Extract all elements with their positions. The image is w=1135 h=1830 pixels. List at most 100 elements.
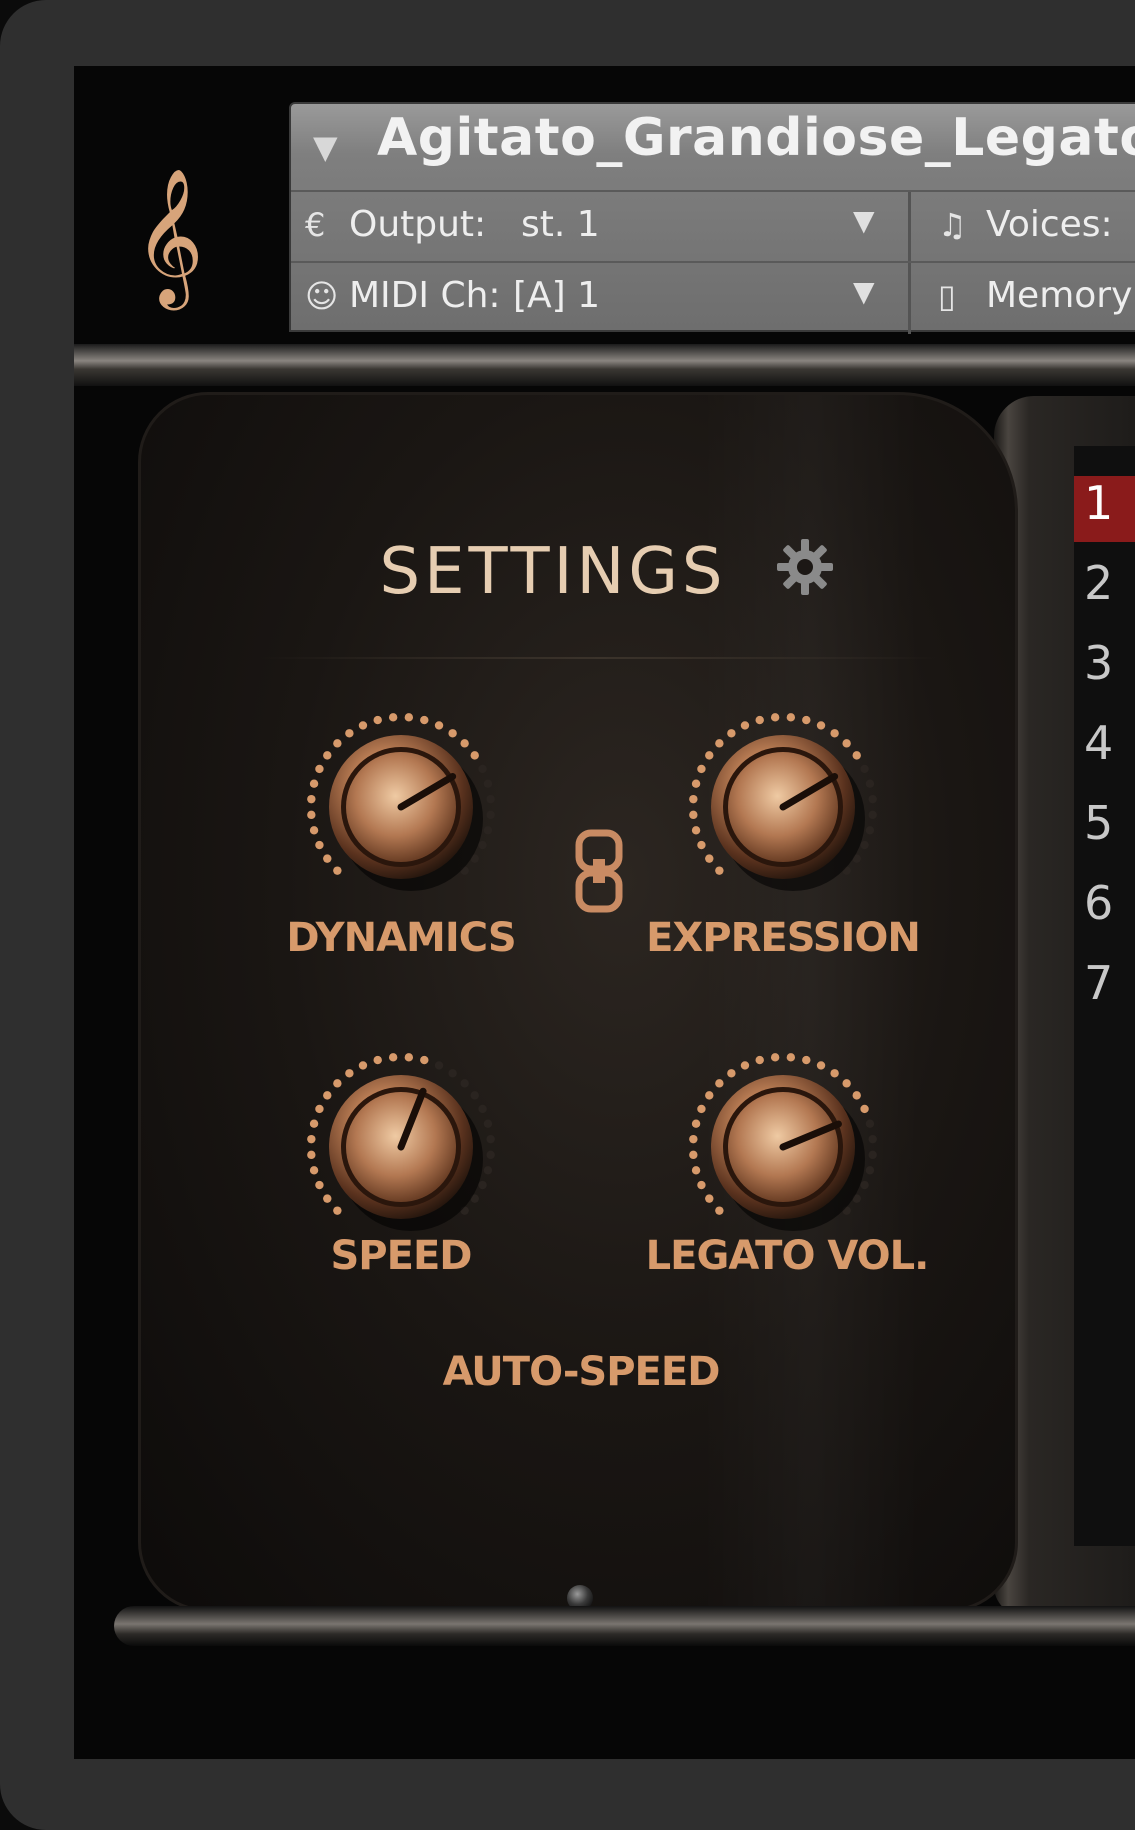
knob-dot [315,764,324,774]
voices-icon: ♫ [938,206,967,244]
knob-dot [309,1166,319,1175]
slot-list: 1 2 3 4 5 6 7 [1074,446,1135,1546]
knob-dot [470,751,479,760]
gear-icon[interactable] [773,535,837,599]
knob-dot [404,713,414,722]
output-row: € Output: st. 1 ▼ ♫ Voices: [291,192,1135,263]
legato-vol-knob[interactable] [683,1047,883,1247]
knob-dot [373,1055,382,1065]
slot-item[interactable]: 1 [1074,476,1135,542]
voices-cell: ♫ Voices: [914,192,1135,261]
expression-knob[interactable] [683,707,883,907]
speed-label: SPEED [330,1233,473,1279]
knob-dot [483,779,493,788]
knob-dot [323,1194,332,1203]
slot-item[interactable]: 3 [1074,636,1135,702]
knob-dot [307,810,316,820]
link-icon[interactable] [573,829,625,913]
knob-dot [868,1150,877,1160]
output-cell[interactable]: € Output: st. 1 ▼ [291,192,911,261]
knob-dot [689,810,698,820]
knob-dot [404,1053,414,1062]
knob-dot [486,1150,495,1160]
knob-dot [868,810,877,820]
output-dropdown-icon[interactable]: ▼ [853,204,875,237]
knob-dot [842,1079,851,1088]
knob-dot [333,1079,342,1088]
midi-cell[interactable]: ☺ MIDI Ch: [A] 1 ▼ [291,263,911,334]
knob-dot [691,1166,701,1175]
knob-dot [691,1119,701,1128]
knob-dot [755,1055,764,1065]
slot-item[interactable]: 2 [1074,556,1135,622]
knob-dot [715,866,724,875]
collapse-arrow-icon[interactable]: ▼ [313,128,338,166]
knob-dot [852,1091,861,1100]
knob-dot [697,764,706,774]
slot-item[interactable]: 6 [1074,876,1135,942]
knob-dot [786,1053,796,1062]
knob-dot [689,1150,698,1160]
knob-dot [715,1079,724,1088]
knob-dot [486,810,495,820]
knob-dot [705,1194,714,1203]
knob-dot [483,1119,493,1128]
knob-dot [486,1134,495,1144]
knob-dot [691,779,701,788]
knob-dot [816,721,826,730]
knob-dot [434,1061,444,1070]
knob-dot [689,794,698,804]
knob-dot [478,764,487,774]
knob-dot [478,1180,487,1190]
output-value: st. 1 [521,204,600,245]
slot-item[interactable]: 4 [1074,716,1135,782]
midi-label: MIDI Ch: [349,275,501,316]
instrument-name[interactable]: Agitato_Grandiose_Legato_C [377,108,1135,168]
speed-knob[interactable] [301,1047,501,1247]
slot-item[interactable]: 7 [1074,956,1135,1022]
knob-dot [755,715,764,725]
knob-dot [323,1091,332,1100]
knob-dot [470,1091,479,1100]
knob-dot [373,715,382,725]
knob-dot [697,840,706,850]
legato-vol-label: LEGATO VOL. [645,1233,930,1279]
knob-dot [842,739,851,748]
settings-title-text: SETTINGS [379,535,727,609]
knob-dot [770,1053,780,1062]
knob-dot [358,1061,368,1070]
knob-dot [865,826,875,835]
midi-icon: ☺ [305,277,339,315]
knob-dot [315,840,324,850]
knob-dot [420,715,429,725]
knob-dot [388,1053,398,1062]
knob-dot [309,826,319,835]
knob-dot [315,1180,324,1190]
knob-dot [865,1119,875,1128]
knob-dot [865,779,875,788]
knob-dot [691,826,701,835]
midi-value: [A] 1 [513,275,601,316]
knob-dot [388,713,398,722]
knob-dot [868,1134,877,1144]
output-label: Output: [349,204,487,245]
midi-dropdown-icon[interactable]: ▼ [853,275,875,308]
knob-dot [478,840,487,850]
settings-title: SETTINGS [141,535,1021,609]
top-metal-bar [74,344,1135,386]
window-frame: 𝄞 ▼ Agitato_Grandiose_Legato_C € Output:… [0,0,1135,1830]
bottom-metal-bar [114,1606,1135,1646]
knob-dot [697,1180,706,1190]
knob-dot [358,721,368,730]
knob-dot [486,794,495,804]
knob-dot [727,1069,736,1078]
knob-dot [483,826,493,835]
knob-dot [770,713,780,722]
knob-dot [448,1069,457,1078]
knob-dot [345,1069,354,1078]
knob-dot [740,1061,750,1070]
slot-item[interactable]: 5 [1074,796,1135,862]
knob-dot [460,1079,469,1088]
dynamics-knob[interactable] [301,707,501,907]
knob-dot [323,751,332,760]
